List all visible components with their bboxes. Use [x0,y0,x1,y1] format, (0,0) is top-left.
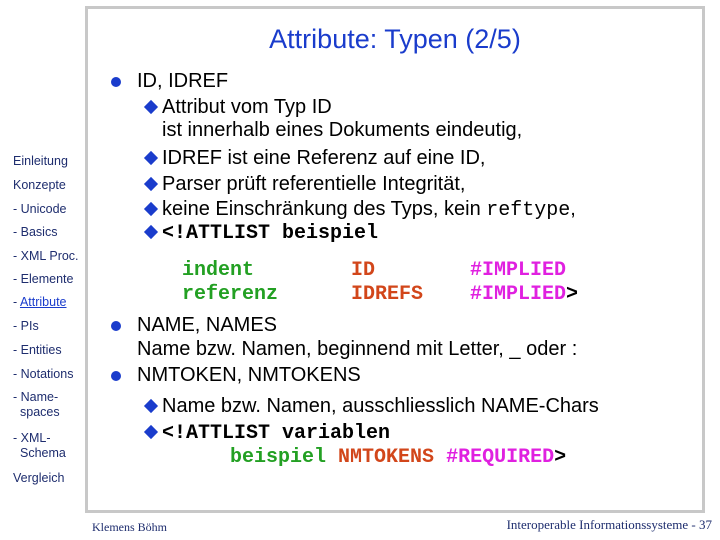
bullet-body: Name bzw. Namen, beginnend mit Letter, _… [137,338,578,360]
sidebar-item-attribute[interactable]: - Attribute [13,295,67,310]
sidebar-item-prefix: - [13,367,21,381]
attlist-attr-default: #IMPLIED [470,259,567,282]
sub-item-text: keine Einschränkung des Typs, kein [162,198,487,220]
attlist-close: > [566,283,579,306]
sidebar-item-unicode[interactable]: - Unicode [13,202,67,217]
bullet-icon [111,371,121,381]
sidebar-item-konzepte[interactable]: Konzepte [13,178,66,193]
attlist-attr-type: ID [351,259,376,282]
sidebar-item-label: Attribute [19,295,67,309]
sidebar-item-label: Basics [20,225,58,239]
sidebar-item-label: PIs [20,319,39,333]
attlist-attr-name: beispiel [230,446,327,469]
attlist-attr-default: #REQUIRED [446,446,555,469]
bullet-heading-nmtoken: NMTOKEN, NMTOKENS [137,364,361,386]
sidebar-item-label: Vergleich [13,471,65,485]
attlist-attr-name: referenz [182,283,279,306]
bullet-icon [111,321,121,331]
sidebar-item-prefix: - [13,319,21,333]
sidebar-item-prefix: - [13,225,21,239]
sidebar-item-prefix: - [13,390,21,404]
sidebar-item-xml-schema[interactable]: - XML- Schema [13,431,66,461]
sidebar-item-namespaces[interactable]: - Name- spaces [13,390,60,420]
code-reftype: reftype [486,199,571,222]
sub-item: Attribut vom Typ ID [142,95,332,119]
diamond-bullet-icon [143,201,159,216]
sub-item-text: Parser prüft referentielle Integrität, [162,173,466,195]
diamond-bullet-icon [143,176,159,191]
attlist-attr-name: indent [182,259,255,282]
sub-item: IDREF ist eine Referenz auf eine ID, [142,146,485,170]
sidebar-item-notations[interactable]: - Notations [13,367,73,382]
diamond-bullet-icon [143,398,159,413]
sidebar-item-label: Konzepte [13,178,66,192]
sidebar-item-label: XML Proc. [20,249,79,263]
sidebar-item-label: Entities [20,343,62,357]
bullet-heading-name-names: NAME, NAMES [137,314,278,336]
diamond-bullet-icon [143,224,159,239]
sub-item-text: , [570,198,576,220]
sidebar-item-elemente[interactable]: - Elemente [13,272,73,287]
slide-title: Attribute: Typen (2/5) [269,24,521,54]
sidebar-item-vergleich[interactable]: Vergleich [13,471,64,486]
sidebar-item-prefix: - [13,272,21,286]
diamond-bullet-icon [143,99,159,114]
attlist-attr-default-wrap: #IMPLIED> [470,283,578,307]
sidebar-item-prefix: - [13,295,20,309]
sidebar-item-label-cont: Schema [20,446,66,460]
sidebar-item-basics[interactable]: - Basics [13,225,57,240]
sidebar-item-pis[interactable]: - PIs [13,319,39,334]
sub-item-text: Attribut vom Typ ID [162,96,332,118]
sidebar-item-label: Elemente [20,272,74,286]
code-attlist: <!ATTLIST variablen [162,422,391,445]
attlist-close: > [554,446,567,469]
sidebar-item-label: Einleitung [13,154,68,168]
sub-item-text: IDREF ist eine Referenz auf eine ID, [162,147,486,169]
attlist-attr-type: NMTOKENS [338,446,435,469]
sub-item: Name bzw. Namen, ausschliesslich NAME-Ch… [142,394,599,418]
footer-author: Klemens Böhm [92,520,167,534]
sidebar-item-prefix: - [13,249,21,263]
sidebar-item-label: Unicode [20,202,67,216]
attlist-row: beispiel NMTOKENS #REQUIRED> [230,446,566,470]
bullet-icon [111,77,121,87]
sidebar-item-xml-proc[interactable]: - XML Proc. [13,249,79,264]
sidebar-item-label-cont: spaces [20,405,60,419]
sidebar-item-prefix: - [13,431,21,445]
sub-item: keine Einschränkung des Typs, kein refty… [142,197,576,223]
sidebar-item-prefix: - [13,202,21,216]
sub-item-text: Name bzw. Namen, ausschliesslich NAME-Ch… [162,395,599,417]
footer-page-info: Interoperable Informationssysteme - 37 [506,517,712,532]
sidebar-item-prefix: - [13,343,21,357]
diamond-bullet-icon [143,424,159,439]
sidebar-item-einleitung[interactable]: Einleitung [13,154,68,169]
sub-item-continuation: ist innerhalb eines Dokuments eindeutig, [162,119,523,141]
sidebar-item-label: Notations [20,367,74,381]
diamond-bullet-icon [143,150,159,165]
attlist-attr-type: IDREFS [351,283,424,306]
sub-item-code: <!ATTLIST variablen [142,422,390,446]
sidebar-item-label: XML- [20,431,51,445]
sub-item-code: <!ATTLIST beispiel [142,222,378,246]
code-attlist: <!ATTLIST beispiel [162,222,379,245]
sidebar-item-label: Name- [20,390,59,404]
attlist-attr-default: #IMPLIED [470,283,567,306]
sub-item: Parser prüft referentielle Integrität, [142,172,465,196]
bullet-heading-id-idref: ID, IDREF [137,70,229,92]
sidebar-item-entities[interactable]: - Entities [13,343,62,358]
